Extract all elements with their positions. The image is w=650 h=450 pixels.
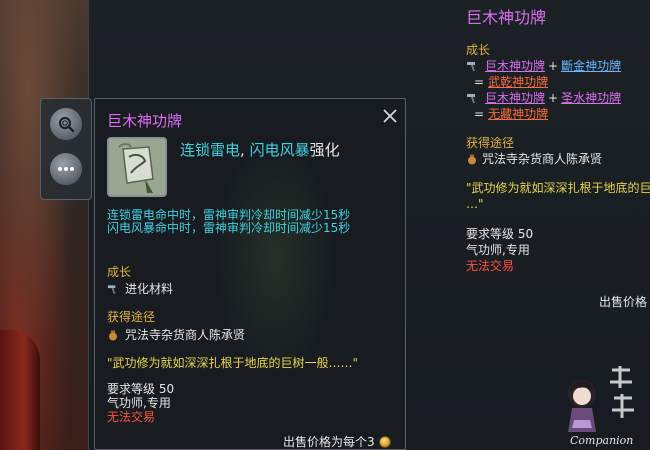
- game-scene-background: [0, 0, 95, 450]
- bg-level-requirement: 要求等级 50: [466, 227, 534, 241]
- effect-skill-1: 连锁雷电: [180, 141, 241, 159]
- bg-quote-line-2: …": [466, 197, 484, 211]
- effect-desc-line-2: 闪电风暴命中时，雷神审判冷却时间减少15秒: [107, 221, 351, 235]
- item-effect-description: 连锁雷电命中时，雷神审判冷却时间减少15秒 闪电风暴命中时，雷神审判冷却时间减少…: [107, 209, 350, 235]
- bg-recipe2-b-link[interactable]: 圣水神功牌: [561, 90, 621, 106]
- plus-sign: +: [548, 91, 559, 105]
- plus-sign: +: [548, 59, 559, 73]
- more-options-button[interactable]: [48, 151, 84, 187]
- close-icon[interactable]: [381, 107, 399, 125]
- bg-growth-label: 成长: [466, 43, 491, 57]
- bg-result1-link[interactable]: 武乾神功牌: [488, 74, 548, 90]
- hammer-icon: [467, 94, 475, 103]
- source-value: 咒法寺杂货商人陈承贤: [125, 328, 246, 342]
- bg-recipe2-a-link[interactable]: 巨木神功牌: [485, 90, 545, 106]
- bg-source-value: 咒法寺杂货商人陈承贤: [482, 152, 603, 166]
- hammer-icon: [107, 284, 116, 294]
- bg-untradable-label: 无法交易: [466, 259, 515, 273]
- growth-value: 进化材料: [125, 282, 174, 296]
- bg-source-row: 咒法寺杂货商人陈承贤: [466, 151, 650, 167]
- bg-recipe1-b-link[interactable]: 斷金神功牌: [561, 58, 621, 74]
- equals-sign: =: [474, 107, 485, 121]
- equals-sign: =: [474, 75, 485, 89]
- sell-price: 出售价格为每个3: [283, 433, 391, 449]
- bg-recipe-row-1: 巨木神功牌 + 斷金神功牌: [466, 58, 650, 74]
- money-bag-icon: [109, 330, 117, 340]
- background-item-tooltip: 巨木神功牌 成长 巨木神功牌 + 斷金神功牌 = 武乾神功牌 巨木神功牌 + 圣…: [466, 8, 650, 310]
- item-effect-summary: 连锁雷电, 闪电风暴强化: [180, 139, 340, 160]
- item-tooltip: 巨木神功牌 连锁雷电, 闪电风暴强化 连锁雷电命中时，雷神审判冷却时间减少15秒…: [94, 98, 406, 450]
- bg-item-title: 巨木神功牌: [466, 8, 547, 27]
- magnifier-icon: [58, 116, 75, 133]
- source-label: 获得途径: [107, 310, 156, 324]
- item-icon: [107, 137, 167, 197]
- bg-result-row-1: = 武乾神功牌: [466, 74, 650, 90]
- effect-suffix: 强化: [309, 141, 340, 159]
- untradable-label: 无法交易: [107, 410, 156, 424]
- companion-logo-text: Companion: [570, 434, 633, 447]
- bg-recipe-row-2: 巨木神功牌 + 圣水神功牌: [466, 90, 650, 106]
- talisman-plaque-icon: [109, 139, 165, 195]
- side-button-frame: [40, 98, 92, 200]
- source-row: 咒法寺杂货商人陈承贤: [107, 326, 245, 343]
- effect-separator: ,: [240, 141, 250, 159]
- hammer-icon: [467, 62, 475, 71]
- red-drape-decoration: [0, 330, 40, 450]
- coin-icon: [378, 435, 391, 448]
- bg-result-row-2: = 无藏神功牌: [466, 106, 650, 122]
- inspect-button[interactable]: [48, 106, 84, 142]
- item-title: 巨木神功牌: [107, 112, 183, 130]
- item-flavor-quote: "武功修为就如深深扎根于地底的巨树一般……": [107, 356, 359, 370]
- growth-label: 成长: [107, 265, 132, 279]
- bg-source-label: 获得途径: [466, 136, 515, 150]
- money-bag-icon: [468, 154, 476, 165]
- growth-row: 进化材料: [107, 280, 173, 297]
- effect-skill-2: 闪电风暴: [249, 141, 310, 159]
- bg-result2-link[interactable]: 无藏神功牌: [488, 106, 548, 122]
- bg-recipe1-a-link[interactable]: 巨木神功牌: [485, 58, 545, 74]
- companion-logo: Companion: [568, 366, 634, 447]
- bg-quote-line-1: "武功修为就如深深扎根于地底的巨: [466, 181, 650, 195]
- ellipsis-icon: [58, 167, 74, 171]
- sell-price-text: 出售价格为每个3: [283, 435, 375, 449]
- bg-sell-price: 出售价格: [599, 295, 648, 309]
- bg-class-restriction: 气功师,专用: [466, 243, 530, 257]
- tooltip-motif-decoration: [215, 159, 335, 379]
